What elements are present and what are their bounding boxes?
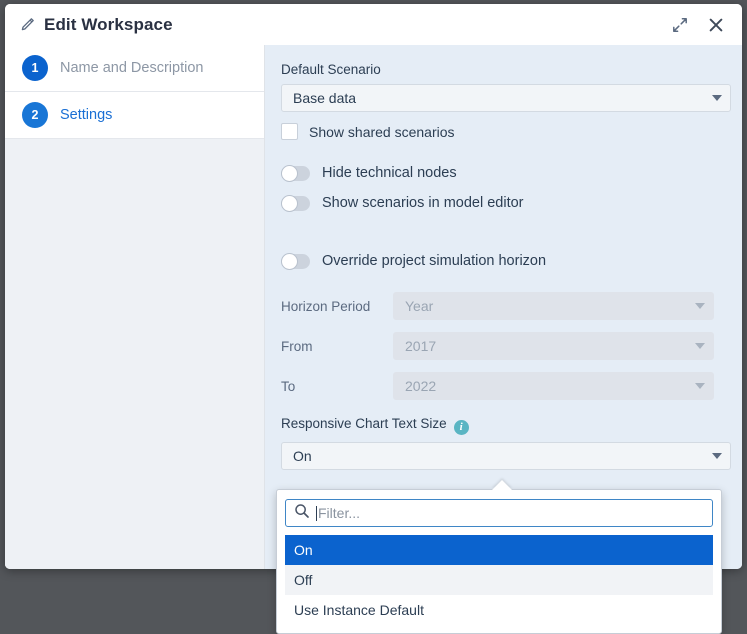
responsive-chart-text-size-value: On — [293, 448, 312, 464]
step-number-badge: 1 — [22, 55, 48, 81]
hide-technical-nodes-row[interactable]: Hide technical nodes — [281, 165, 742, 181]
sidebar-item-settings[interactable]: 2 Settings — [5, 92, 264, 139]
horizon-period-select: Year — [393, 292, 714, 320]
horizon-period-row: Horizon Period Year — [281, 292, 742, 320]
from-row: From 2017 — [281, 332, 742, 360]
toggle-knob — [281, 165, 298, 182]
dropdown-option-use-instance-default[interactable]: Use Instance Default — [285, 595, 713, 625]
responsive-chart-text-size-group: Responsive Chart Text Size i On — [281, 416, 742, 470]
screen-root: Edit Workspace 1 — [0, 0, 747, 634]
dropdown-option-on[interactable]: On — [285, 535, 713, 565]
dropdown-option-off[interactable]: Off — [285, 565, 713, 595]
default-scenario-group: Default Scenario Base data — [281, 62, 742, 112]
dropdown-option-label: On — [294, 542, 313, 558]
responsive-chart-text-size-label: Responsive Chart Text Size — [281, 416, 447, 431]
override-project-simulation-horizon-row[interactable]: Override project simulation horizon — [281, 253, 742, 269]
default-scenario-label: Default Scenario — [281, 62, 742, 77]
toggle-knob — [281, 253, 298, 270]
from-value: 2017 — [405, 338, 436, 354]
show-shared-scenarios-label: Show shared scenarios — [309, 124, 455, 140]
to-value: 2022 — [405, 378, 436, 394]
show-scenarios-in-model-editor-label: Show scenarios in model editor — [322, 195, 524, 211]
to-select: 2022 — [393, 372, 714, 400]
hide-technical-nodes-toggle[interactable] — [281, 166, 310, 181]
responsive-chart-text-size-dropdown: Filter... On Off Use Instance Default — [276, 489, 722, 634]
sidebar-item-label: Settings — [60, 107, 112, 123]
dialog-titlebar: Edit Workspace — [5, 4, 742, 45]
step-number-badge: 2 — [22, 102, 48, 128]
dropdown-option-list: On Off Use Instance Default — [285, 535, 713, 625]
edit-workspace-dialog: Edit Workspace 1 — [5, 4, 742, 569]
dropdown-pointer — [492, 480, 512, 490]
dropdown-filter-box[interactable]: Filter... — [285, 499, 713, 527]
chevron-down-icon — [695, 343, 705, 349]
sidebar-item-name-and-description[interactable]: 1 Name and Description — [5, 45, 264, 92]
dropdown-option-label: Off — [294, 572, 312, 588]
sidebar-empty-space — [5, 139, 264, 569]
default-scenario-select[interactable]: Base data — [281, 84, 731, 112]
to-row: To 2022 — [281, 372, 742, 400]
responsive-chart-text-size-select[interactable]: On — [281, 442, 731, 470]
show-scenarios-in-model-editor-toggle[interactable] — [281, 196, 310, 211]
sidebar-item-label: Name and Description — [60, 60, 203, 76]
override-project-simulation-horizon-toggle[interactable] — [281, 254, 310, 269]
show-shared-scenarios-row[interactable]: Show shared scenarios — [281, 123, 742, 140]
responsive-chart-text-size-label-wrap: Responsive Chart Text Size i — [281, 416, 742, 435]
horizon-period-label: Horizon Period — [281, 299, 393, 314]
search-icon — [294, 503, 310, 524]
expand-icon[interactable] — [670, 15, 690, 35]
page-title: Edit Workspace — [44, 15, 173, 35]
wizard-sidebar: 1 Name and Description 2 Settings — [5, 45, 265, 569]
chevron-down-icon — [712, 453, 722, 459]
hide-technical-nodes-label: Hide technical nodes — [322, 165, 457, 181]
default-scenario-value: Base data — [293, 90, 356, 106]
show-scenarios-in-model-editor-row[interactable]: Show scenarios in model editor — [281, 195, 742, 211]
dropdown-filter-input[interactable]: Filter... — [318, 505, 360, 521]
toggle-knob — [281, 195, 298, 212]
text-cursor — [316, 506, 317, 521]
horizon-period-value: Year — [405, 298, 433, 314]
override-project-simulation-horizon-label: Override project simulation horizon — [322, 253, 546, 269]
show-shared-scenarios-checkbox[interactable] — [281, 123, 298, 140]
from-label: From — [281, 339, 393, 354]
to-label: To — [281, 379, 393, 394]
from-select: 2017 — [393, 332, 714, 360]
close-icon[interactable] — [706, 15, 726, 35]
dropdown-option-label: Use Instance Default — [294, 602, 424, 618]
pencil-icon — [19, 17, 35, 33]
titlebar-actions — [670, 15, 726, 35]
chevron-down-icon — [695, 303, 705, 309]
chevron-down-icon — [695, 383, 705, 389]
info-icon[interactable]: i — [454, 420, 469, 435]
chevron-down-icon — [712, 95, 722, 101]
